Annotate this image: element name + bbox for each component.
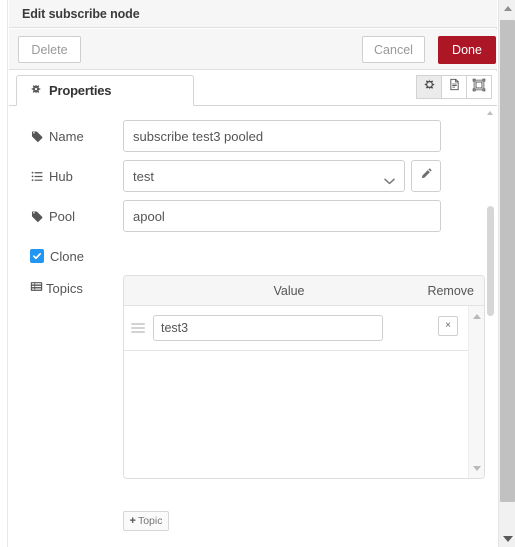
scroll-down-icon[interactable] — [469, 460, 484, 476]
list-icon — [30, 170, 45, 183]
plus-icon: + — [129, 515, 136, 527]
tag-icon — [30, 210, 45, 223]
hub-select-wrap: test — [123, 160, 405, 192]
hub-label-text: Hub — [49, 168, 73, 184]
node-edit-dialog-screen: Edit subscribe node Delete Cancel Done P… — [0, 0, 515, 547]
pool-input[interactable] — [123, 200, 441, 232]
dialog-titlebar: Edit subscribe node — [9, 0, 497, 28]
scroll-up-icon[interactable] — [469, 308, 484, 324]
topic-value-input[interactable] — [153, 315, 383, 341]
tab-properties-label: Properties — [49, 83, 112, 98]
page-scroll-up-icon[interactable] — [499, 0, 515, 17]
topics-label: Topics — [30, 280, 83, 296]
tool-button-appearance[interactable] — [466, 75, 492, 99]
tag-icon — [30, 130, 45, 143]
topics-panel: Value Remove × — [123, 275, 485, 479]
page-scrollbar[interactable] — [498, 0, 515, 547]
topics-column-value: Value — [273, 284, 305, 298]
drag-handle-icon[interactable] — [131, 323, 149, 333]
topics-list: × — [124, 306, 484, 478]
name-label: Name — [30, 120, 84, 152]
form-row-pool: Pool — [9, 200, 469, 232]
remove-topic-button[interactable]: × — [438, 316, 458, 336]
add-topic-label: Topic — [137, 515, 163, 527]
topics-header: Value Remove — [124, 276, 484, 306]
dialog-body: Name Hub — [9, 106, 497, 547]
tab-properties[interactable]: Properties — [16, 75, 194, 106]
page-scroll-thumb[interactable] — [500, 20, 515, 502]
dialog-scroll-thumb[interactable] — [487, 206, 494, 316]
dialog-content-scrollbar[interactable] — [485, 106, 496, 547]
name-input[interactable] — [123, 120, 441, 152]
form-row-clone: Clone — [30, 246, 84, 266]
pool-label: Pool — [30, 200, 75, 232]
topic-row: × — [124, 306, 484, 351]
hub-edit-button[interactable] — [411, 160, 441, 192]
page-scroll-down-icon[interactable] — [499, 530, 515, 547]
form-row-hub: Hub test — [9, 160, 469, 192]
done-button[interactable]: Done — [438, 36, 496, 64]
pool-label-text: Pool — [49, 208, 76, 224]
add-topic-button[interactable]: + Topic — [123, 511, 169, 531]
dialog-left-rail — [0, 0, 8, 547]
clone-label: Clone — [50, 248, 84, 264]
edit-node-dialog: Edit subscribe node Delete Cancel Done P… — [0, 0, 497, 547]
tab-bar: Properties — [9, 71, 497, 106]
clone-checkbox[interactable] — [30, 249, 44, 263]
dialog-action-bar: Delete Cancel Done — [9, 29, 497, 70]
description-icon — [448, 78, 461, 96]
appearance-icon — [472, 78, 486, 97]
delete-button[interactable]: Delete — [18, 36, 81, 63]
hub-select[interactable]: test — [123, 160, 405, 192]
list-alt-icon — [30, 280, 43, 296]
tool-button-properties[interactable] — [416, 75, 442, 99]
tool-button-description[interactable] — [441, 75, 467, 99]
pencil-icon — [420, 167, 433, 185]
topics-label-text: Topics — [46, 280, 83, 296]
dialog-tool-buttons — [416, 75, 492, 99]
gear-icon — [423, 78, 436, 96]
hub-label: Hub — [30, 160, 73, 192]
topics-list-scrollbar[interactable] — [468, 306, 484, 478]
topics-column-remove: Remove — [427, 284, 474, 298]
gear-icon — [30, 82, 42, 100]
dialog-scroll-up-icon[interactable] — [485, 108, 494, 117]
form-row-name: Name — [9, 120, 469, 152]
cancel-button[interactable]: Cancel — [362, 36, 425, 63]
dialog-title: Edit subscribe node — [22, 6, 140, 21]
name-label-text: Name — [49, 128, 84, 144]
